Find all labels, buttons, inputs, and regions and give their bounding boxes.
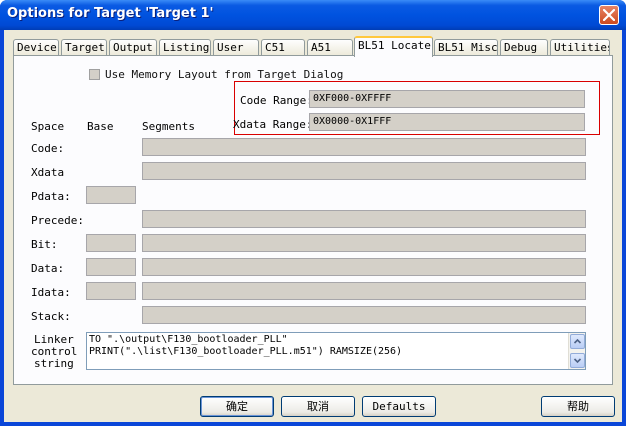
xdata-segments-field[interactable] [142,162,586,180]
chevron-down-icon [573,358,582,364]
title-bar[interactable]: Options for Target 'Target 1' [0,0,626,30]
tab-target[interactable]: Target [61,39,107,56]
dialog-client: Device Target Output Listing User C51 A5… [4,30,622,422]
tab-device[interactable]: Device [13,39,59,56]
tab-bl51-locate[interactable]: BL51 Locate [354,36,433,57]
xdata-label: Xdata [31,166,65,179]
tab-a51[interactable]: A51 [307,39,353,56]
tab-debug[interactable]: Debug [500,39,548,56]
stack-segments-field[interactable] [142,306,586,324]
linker-line-1: TO ".\output\F130_bootloader_PLL" [89,334,288,345]
use-memory-layout-checkbox[interactable] [89,69,100,80]
bit-base-field[interactable] [86,234,136,252]
xdata-range-label: Xdata Range: [233,118,313,131]
tab-strip: Device Target Output Listing User C51 A5… [13,36,613,57]
tab-output[interactable]: Output [109,39,157,56]
linker-text: TO ".\output\F130_bootloader_PLL" PRINT(… [89,334,402,358]
precede-segments-field[interactable] [142,210,586,228]
pdata-label: Pdata: [31,190,71,203]
linker-label-line3: string [34,357,74,370]
stack-label: Stack: [31,310,71,323]
base-column-header: Base [87,120,114,133]
use-memory-layout-label: Use Memory Layout from Target Dialog [105,68,344,81]
chevron-up-icon [573,338,582,344]
bit-segments-field[interactable] [142,234,586,252]
scroll-down-button[interactable] [570,353,585,368]
window-title: Options for Target 'Target 1' [7,6,214,21]
precede-label: Precede: [31,214,84,227]
idata-label: Idata: [31,286,71,299]
space-column-header: Space [31,120,65,133]
defaults-button[interactable]: Defaults [362,396,436,417]
bit-label: Bit: [31,238,58,251]
idata-base-field[interactable] [86,282,136,300]
cancel-button[interactable]: 取消 [281,396,355,417]
close-button[interactable] [599,5,619,25]
idata-segments-field[interactable] [142,282,586,300]
linker-scrollbar[interactable] [568,333,585,369]
code-range-field[interactable]: 0XF000-0XFFFF [309,90,585,108]
xdata-range-field[interactable]: 0X0000-0X1FFF [309,113,585,131]
tab-utilities[interactable]: Utilities [550,39,610,56]
tab-user[interactable]: User [213,39,259,56]
code-segments-field[interactable] [142,138,586,156]
data-segments-field[interactable] [142,258,586,276]
options-dialog: Options for Target 'Target 1' Device Tar… [0,0,626,426]
ok-button[interactable]: 确定 [200,396,274,417]
data-base-field[interactable] [86,258,136,276]
code-label: Code: [31,142,65,155]
linker-line-2: PRINT(".\list\F130_bootloader_PLL.m51") … [89,346,403,357]
scroll-up-button[interactable] [570,334,585,349]
linker-control-string[interactable]: TO ".\output\F130_bootloader_PLL" PRINT(… [86,332,586,370]
segments-column-header: Segments [142,120,195,133]
pdata-base-field[interactable] [86,186,136,204]
tab-listing[interactable]: Listing [159,39,211,56]
tab-c51[interactable]: C51 [261,39,305,56]
data-label: Data: [31,262,65,275]
close-icon [603,9,615,21]
code-range-label: Code Range: [240,94,313,107]
tab-bl51-misc[interactable]: BL51 Misc [434,39,498,56]
help-button[interactable]: 帮助 [541,396,615,417]
